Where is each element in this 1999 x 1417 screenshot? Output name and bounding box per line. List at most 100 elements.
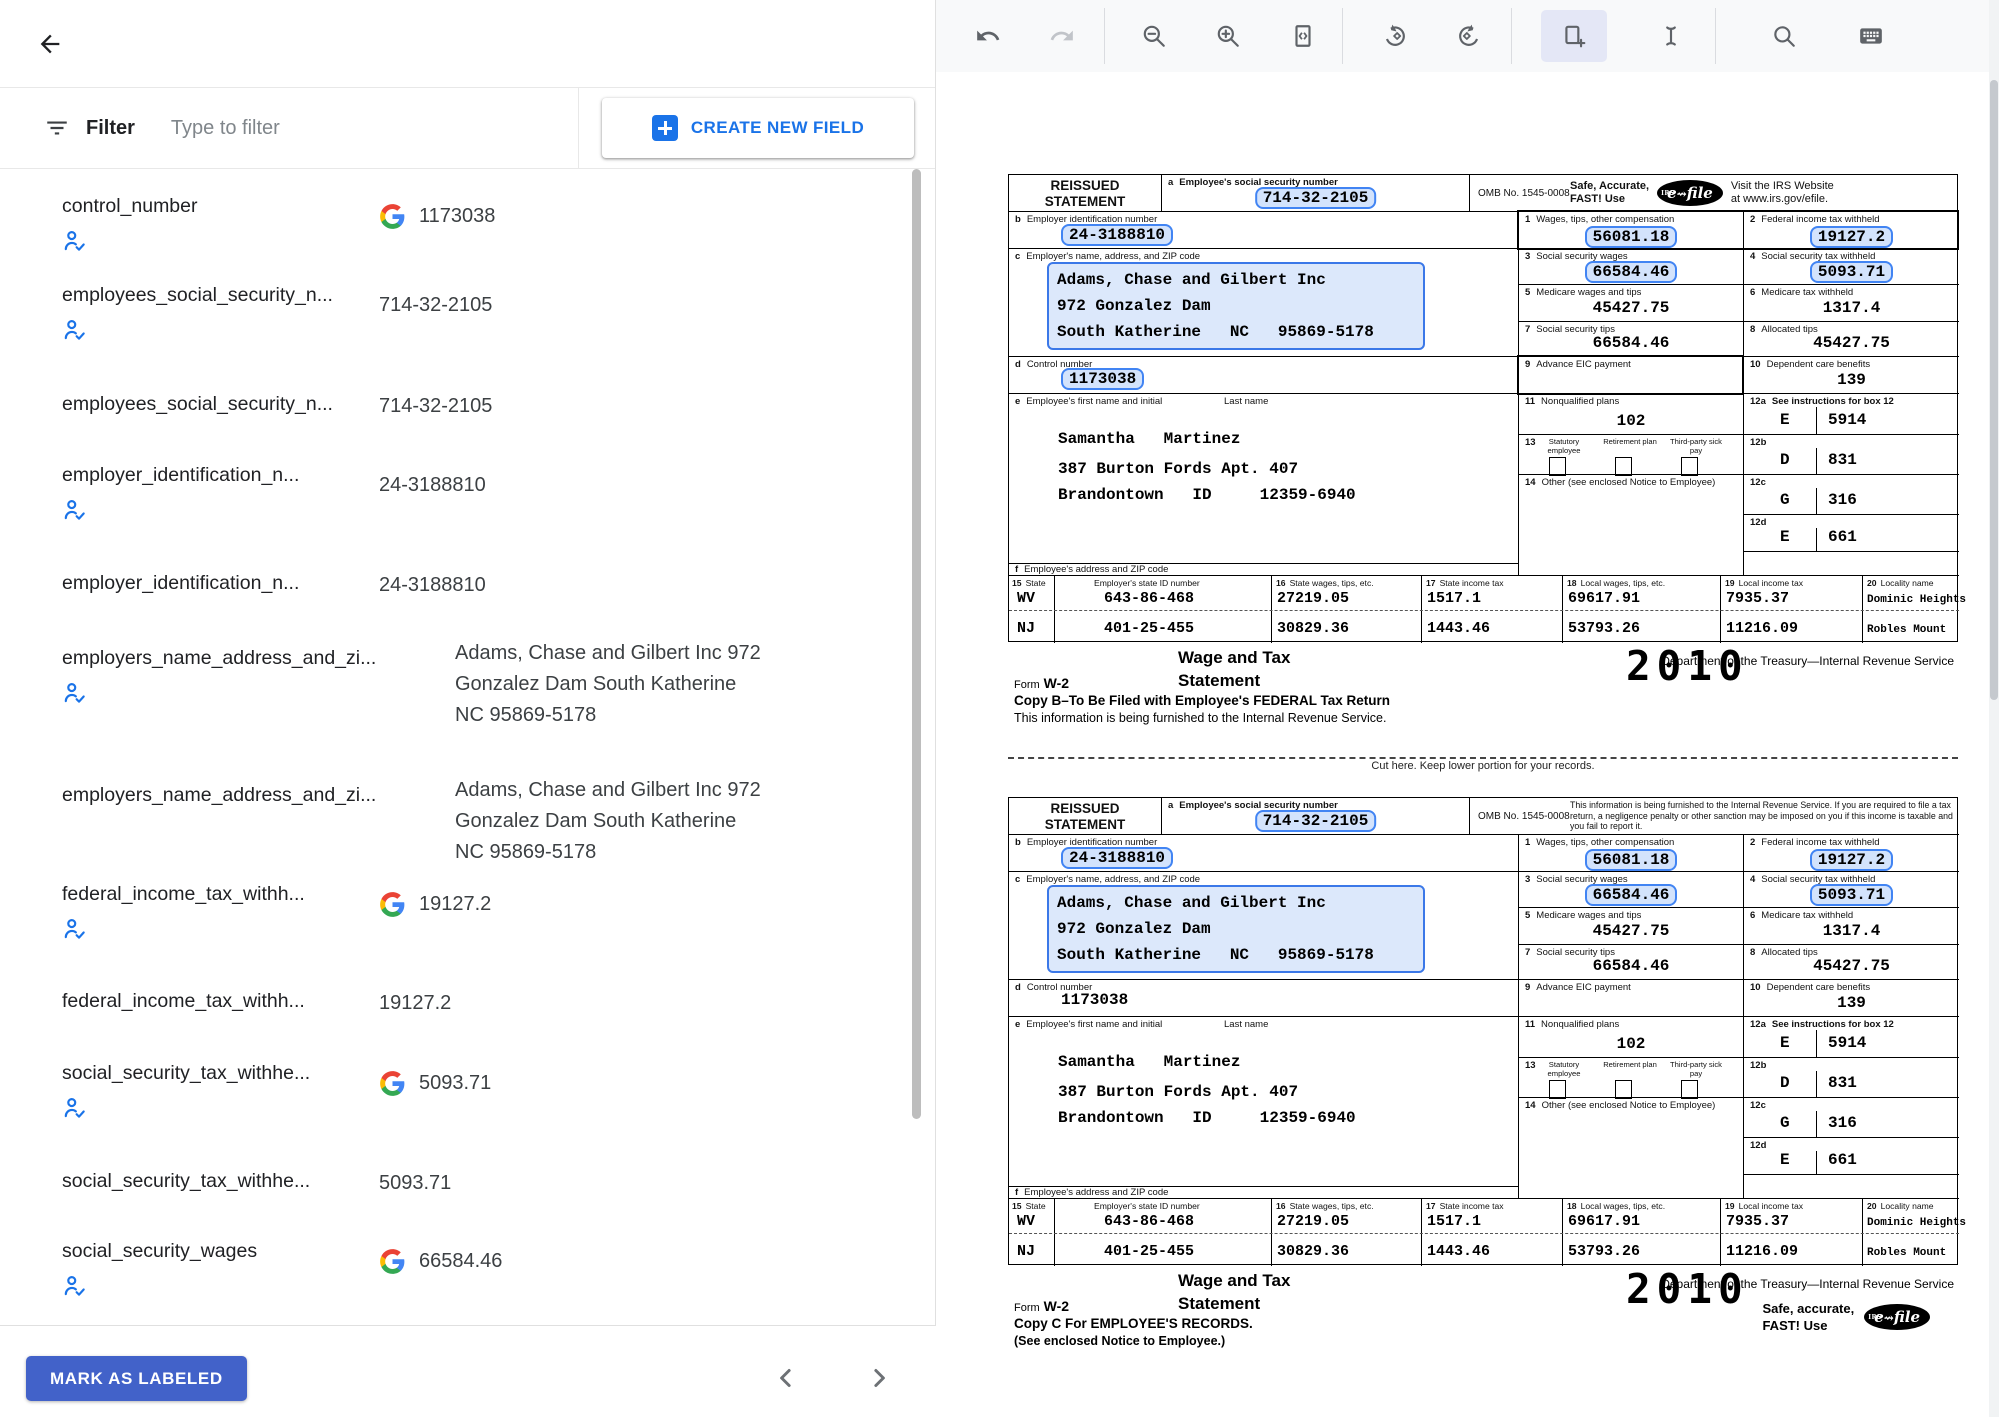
box4-highlight[interactable]: 5093.71 (1810, 884, 1893, 906)
field-list-item[interactable]: social_security_tax_withhe... (0, 1168, 912, 1199)
field-list-item[interactable]: control_number (0, 193, 912, 254)
w2-box-b-ein: bEmployer identification number 24-31888… (1009, 211, 1518, 248)
fit-to-page-button[interactable] (1283, 16, 1323, 56)
w2-box-e-employee: eEmployee's first name and initial Last … (1009, 393, 1518, 563)
field-list-item[interactable]: employees_social_security_n... (0, 282, 912, 343)
field-list-item[interactable]: federal_income_tax_withh... (0, 881, 912, 942)
w2-box-9: 9Advance EIC payment (1518, 979, 1743, 1016)
w2-box-12a: 12aSee instructions for box 12 E 5914 (1743, 1016, 1959, 1057)
control-number-value[interactable]: 1173038 (1061, 991, 1128, 1009)
divider (1715, 8, 1716, 64)
filter-input[interactable] (169, 116, 533, 141)
box2-highlight[interactable]: 19127.2 (1810, 226, 1893, 248)
ssn-highlight[interactable]: 714-32-2105 (1255, 187, 1377, 209)
control-number-value[interactable]: 1173038 (1061, 368, 1144, 390)
w2-box-7: 7Social security tips 66584.46 (1518, 944, 1743, 979)
app-window: Filter CREATE NEW FIELD control_number (0, 0, 1999, 1417)
add-bounding-box-tool-button[interactable] (1554, 16, 1594, 56)
w2-box-12d: 12d E 661 (1743, 514, 1959, 551)
field-list[interactable]: control_number (0, 169, 912, 1325)
field-value: 714-32-2105 (379, 391, 492, 422)
w2-box-f-label: fEmployee's address and ZIP code (1009, 563, 1518, 575)
w2-box-b-ein: bEmployer identification number 24-31888… (1009, 834, 1518, 871)
employer-address-highlight[interactable]: Adams, Chase and Gilbert Inc 972 Gonzale… (1047, 885, 1425, 973)
w2-box-f-label: fEmployee's address and ZIP code (1009, 1186, 1518, 1198)
google-extracted-icon (379, 203, 406, 235)
rotate-left-button[interactable] (1375, 16, 1415, 56)
rotate-right-button[interactable] (1449, 16, 1489, 56)
keyboard-shortcuts-button[interactable] (1851, 16, 1891, 56)
ein-highlight[interactable]: 24-3188810 (1061, 224, 1173, 246)
field-value: 714-32-2105 (379, 290, 492, 321)
document-scrollbar[interactable] (1989, 0, 1999, 1417)
w2-box-4: 4Social security tax withheld 5093.71 (1743, 248, 1959, 284)
field-value: 19127.2 (379, 988, 451, 1019)
w2-box-12c: 12c G 316 (1743, 474, 1959, 514)
box3-highlight[interactable]: 66584.46 (1585, 261, 1678, 283)
select-text-tool-button[interactable] (1651, 16, 1691, 56)
cut-line-text: Cut here. Keep lower portion for your re… (1008, 760, 1958, 772)
field-name: employer_identification_n... (62, 462, 349, 488)
ssn-highlight[interactable]: 714-32-2105 (1255, 810, 1377, 832)
field-list-item[interactable]: social_security_wages (0, 1238, 912, 1299)
next-page-button[interactable] (855, 1354, 903, 1402)
w2-reissued-statement: REISSUED STATEMENT (1009, 175, 1161, 211)
google-extracted-icon (379, 1248, 406, 1280)
human-verified-icon (62, 241, 88, 258)
mark-as-labeled-button[interactable]: MARK AS LABELED (26, 1356, 247, 1401)
box1-highlight[interactable]: 56081.18 (1585, 226, 1678, 248)
omb-number: OMB No. 1545-0008 (1478, 188, 1570, 199)
panel-header (0, 0, 935, 88)
w2-box-c-employer: cEmployer's name, address, and ZIP code … (1009, 248, 1518, 356)
field-list-item[interactable]: employer_identification_n... (0, 462, 912, 523)
redo-button[interactable] (1042, 16, 1082, 56)
search-button[interactable] (1764, 16, 1804, 56)
field-list-item[interactable]: employers_name_address_and_zi... (0, 645, 912, 731)
ein-highlight[interactable]: 24-3188810 (1061, 847, 1173, 869)
box3-highlight[interactable]: 66584.46 (1585, 884, 1678, 906)
w2-box-12a: 12aSee instructions for box 12 E 5914 (1743, 393, 1959, 434)
plus-icon (652, 115, 678, 141)
header-notice-text: This information is being furnished to t… (1570, 800, 1959, 832)
field-value: 5093.71 (379, 1168, 451, 1199)
copy-note: (See enclosed Notice to Employee.) (1014, 1334, 1225, 1348)
box1-highlight[interactable]: 56081.18 (1585, 849, 1678, 871)
create-new-field-button[interactable]: CREATE NEW FIELD (602, 98, 914, 158)
panel-scrollbar[interactable] (912, 169, 921, 1119)
human-verified-icon (62, 693, 88, 710)
cut-line (1008, 757, 1958, 759)
box2-highlight[interactable]: 19127.2 (1810, 849, 1893, 871)
w2-header-right: OMB No. 1545-0008 IRSe⇝file This informa… (1469, 798, 1959, 834)
filter-icon (44, 115, 70, 141)
undo-button[interactable] (968, 16, 1008, 56)
field-list-item[interactable]: social_security_tax_withhe... (0, 1060, 912, 1121)
w2-box-11: 11Nonqualified plans 102 (1518, 1016, 1743, 1057)
w2-box-5: 5Medicare wages and tips 45427.75 (1518, 907, 1743, 944)
w2-box-8: 8Allocated tips 45427.75 (1743, 321, 1959, 356)
w2-box-14: 14Other (see enclosed Notice to Employee… (1518, 474, 1743, 575)
copy-designation: Copy B–To Be Filed with Employee's FEDER… (1014, 693, 1390, 708)
w2-box-6: 6Medicare tax withheld 1317.4 (1743, 907, 1959, 944)
w2-footer: FormW-2 Wage and TaxStatement 2010 Depar… (1008, 1265, 1958, 1359)
w2-box-e-employee: eEmployee's first name and initial Last … (1009, 1016, 1518, 1186)
employer-address-highlight[interactable]: Adams, Chase and Gilbert Inc 972 Gonzale… (1047, 262, 1425, 350)
field-name: federal_income_tax_withh... (62, 988, 349, 1014)
w2-form-copy-b[interactable]: REISSUED STATEMENT aEmployee's social se… (1008, 174, 1958, 736)
omb-number: OMB No. 1545-0008 (1478, 811, 1570, 822)
back-button[interactable] (26, 20, 74, 68)
w2-state-table: 15State Employer's state ID number 16Sta… (1009, 575, 1959, 643)
w2-box-12-empty (1743, 1174, 1959, 1198)
field-value: 24-3188810 (379, 570, 486, 601)
divider (1511, 8, 1512, 64)
w2-box-12d: 12d E 661 (1743, 1137, 1959, 1174)
zoom-in-button[interactable] (1208, 16, 1248, 56)
w2-form-copy-c[interactable]: REISSUED STATEMENT aEmployee's social se… (1008, 797, 1958, 1359)
field-list-item[interactable]: employees_social_security_n... (0, 391, 912, 422)
divider (578, 88, 579, 169)
previous-page-button[interactable] (762, 1354, 810, 1402)
box4-highlight[interactable]: 5093.71 (1810, 261, 1893, 283)
zoom-out-button[interactable] (1134, 16, 1174, 56)
field-list-item[interactable]: employer_identification_n... (0, 570, 912, 601)
field-list-item[interactable]: employers_name_address_and_zi... (0, 782, 912, 868)
field-list-item[interactable]: federal_income_tax_withh... (0, 988, 912, 1019)
